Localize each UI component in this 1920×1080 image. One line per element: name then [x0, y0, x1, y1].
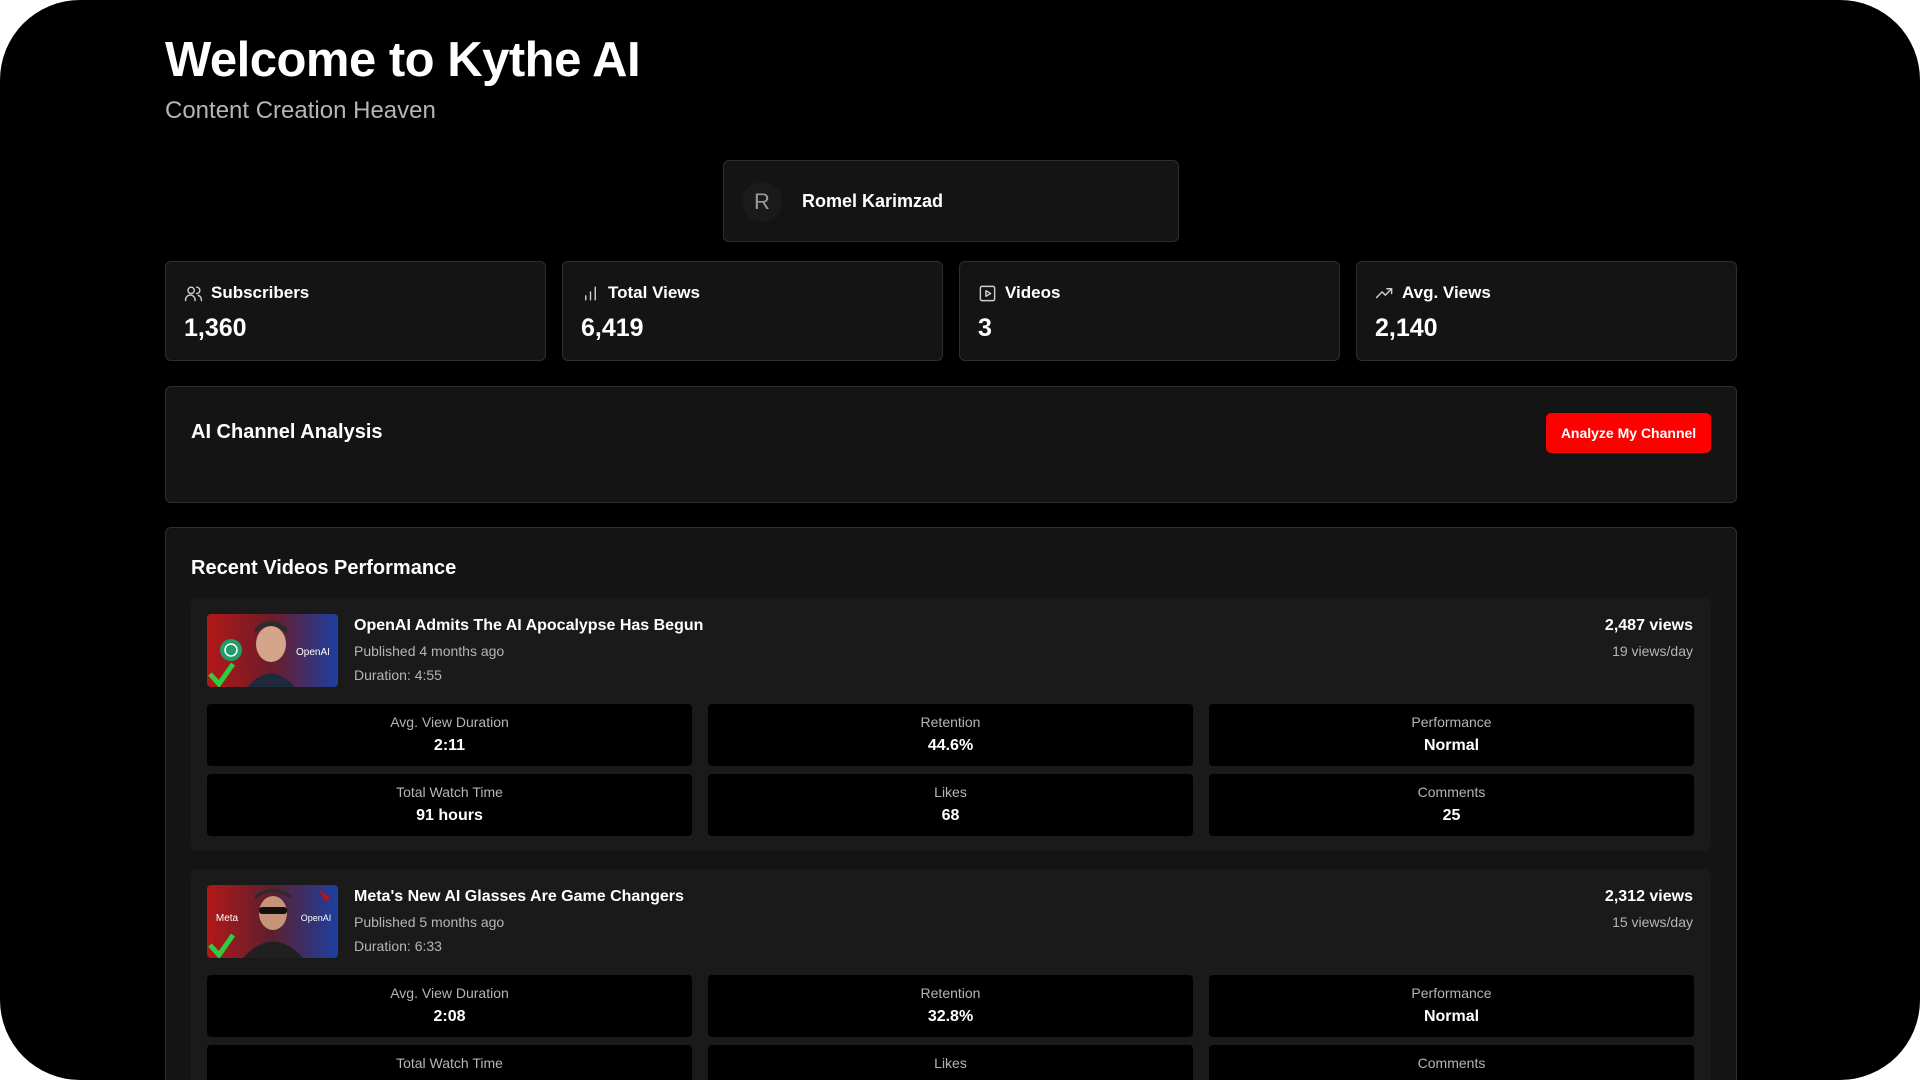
channel-name: Romel Karimzad	[802, 191, 944, 211]
page-title: Welcome to Kythe AI	[165, 33, 641, 87]
metric-comments: Comments	[1209, 1045, 1694, 1080]
metric-label: Likes	[934, 784, 967, 800]
metric-value: 2:08	[433, 1008, 466, 1025]
stat-value: 2,140	[1375, 314, 1438, 342]
video-duration: Duration: 6:33	[354, 938, 442, 954]
stat-label: Avg. Views	[1402, 283, 1491, 302]
metric-retention: Retention 44.6%	[708, 704, 1193, 766]
video-title[interactable]: Meta's New AI Glasses Are Game Changers	[354, 888, 684, 906]
video-views-per-day: 19 views/day	[1612, 643, 1693, 659]
metric-label: Total Watch Time	[396, 1055, 503, 1071]
video-published: Published 4 months ago	[354, 643, 505, 659]
metric-likes: Likes 68	[708, 774, 1193, 836]
metric-avg-view-duration: Avg. View Duration 2:11	[207, 704, 692, 766]
recent-videos-title: Recent Videos Performance	[191, 557, 457, 579]
metric-label: Avg. View Duration	[390, 714, 509, 730]
stat-card-videos: Videos 3	[959, 261, 1340, 361]
metric-avg-view-duration: Avg. View Duration 2:08	[207, 975, 692, 1037]
video-thumbnail[interactable]: Meta OpenAI	[207, 885, 338, 958]
page-subtitle: Content Creation Heaven	[165, 97, 436, 124]
metric-label: Performance	[1411, 714, 1492, 730]
metric-total-watch-time: Total Watch Time	[207, 1045, 692, 1080]
metric-label: Comments	[1417, 784, 1486, 800]
users-icon	[184, 285, 203, 301]
metric-value: 68	[941, 807, 960, 824]
video-title[interactable]: OpenAI Admits The AI Apocalypse Has Begu…	[354, 617, 703, 635]
video-thumbnail[interactable]: OpenAI	[207, 614, 338, 687]
metric-label: Comments	[1417, 1055, 1486, 1071]
recent-videos-panel: Recent Videos Performance OpenAI OpenAI …	[165, 527, 1737, 1080]
stat-value: 6,419	[581, 314, 644, 342]
metric-value: 44.6%	[927, 737, 974, 754]
avatar: R	[742, 182, 782, 222]
video-views: 2,312 views	[1604, 888, 1693, 905]
metric-label: Avg. View Duration	[390, 985, 509, 1001]
stat-card-subscribers: Subscribers 1,360	[165, 261, 546, 361]
metric-value: 25	[1442, 807, 1461, 824]
stat-card-avg-views: Avg. Views 2,140	[1356, 261, 1737, 361]
metric-total-watch-time: Total Watch Time 91 hours	[207, 774, 692, 836]
app-window: Welcome to Kythe AI Content Creation Hea…	[0, 0, 1920, 1080]
stat-label: Subscribers	[211, 283, 310, 302]
metric-label: Retention	[920, 985, 981, 1001]
video-views: 2,487 views	[1604, 617, 1693, 634]
trending-up-icon	[1375, 287, 1393, 298]
play-square-icon	[979, 285, 996, 301]
metric-value: 32.8%	[927, 1008, 974, 1025]
metric-performance: Performance Normal	[1209, 975, 1694, 1037]
stat-label: Videos	[1005, 283, 1061, 302]
metric-comments: Comments 25	[1209, 774, 1694, 836]
metric-performance: Performance Normal	[1209, 704, 1694, 766]
video-card[interactable]: OpenAI OpenAI Admits The AI Apocalypse H…	[191, 598, 1711, 851]
metric-label: Retention	[920, 714, 981, 730]
metric-value: 91 hours	[416, 807, 483, 824]
ai-analysis-title: AI Channel Analysis	[191, 421, 383, 443]
metric-value: Normal	[1423, 1008, 1480, 1025]
stat-card-total-views: Total Views 6,419	[562, 261, 943, 361]
stat-label: Total Views	[608, 283, 700, 302]
channel-card[interactable]: R Romel Karimzad	[723, 160, 1179, 242]
ai-analysis-panel: AI Channel Analysis Analyze My Channel	[165, 386, 1737, 503]
video-thumbnail-image: Meta OpenAI	[207, 885, 338, 958]
analyze-channel-button[interactable]: Analyze My Channel	[1546, 413, 1711, 453]
bar-chart-icon	[585, 285, 596, 301]
metric-retention: Retention 32.8%	[708, 975, 1193, 1037]
stat-value: 3	[978, 314, 992, 342]
metric-label: Total Watch Time	[396, 784, 503, 800]
metric-label: Likes	[934, 1055, 967, 1071]
video-thumbnail-image: OpenAI	[207, 614, 338, 687]
video-views-per-day: 15 views/day	[1612, 914, 1693, 930]
thumb-caption-right: OpenAI	[301, 913, 332, 923]
thumb-caption-left: Meta	[216, 913, 239, 924]
metric-value: 2:11	[433, 737, 466, 754]
metric-value: Normal	[1423, 737, 1480, 754]
video-duration: Duration: 4:55	[354, 667, 442, 683]
thumb-caption: OpenAI	[296, 647, 330, 658]
stat-value: 1,360	[184, 314, 247, 342]
video-card[interactable]: Meta OpenAI Meta's New AI Glasses Are Ga…	[191, 869, 1711, 1080]
video-published: Published 5 months ago	[354, 914, 505, 930]
metric-label: Performance	[1411, 985, 1492, 1001]
metric-likes: Likes	[708, 1045, 1193, 1080]
